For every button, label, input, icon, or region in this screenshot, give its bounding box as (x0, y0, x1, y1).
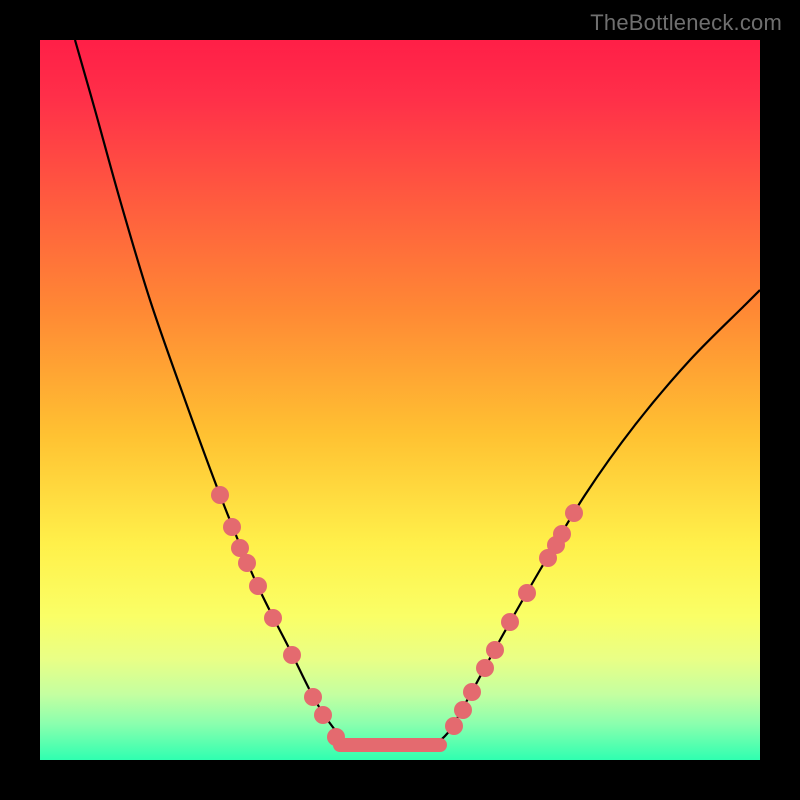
marker-dot (486, 641, 504, 659)
marker-dot (501, 613, 519, 631)
marker-dot (553, 525, 571, 543)
marker-dot (314, 706, 332, 724)
marker-dot (476, 659, 494, 677)
marker-dot (264, 609, 282, 627)
marker-dot (304, 688, 322, 706)
marker-dot (445, 717, 463, 735)
marker-dot (249, 577, 267, 595)
marker-dot (518, 584, 536, 602)
marker-dot (454, 701, 472, 719)
marker-dot (565, 504, 583, 522)
outer-frame: TheBottleneck.com (0, 0, 800, 800)
marker-dot (223, 518, 241, 536)
marker-dot (327, 728, 345, 746)
marker-dot (211, 486, 229, 504)
marker-dot (238, 554, 256, 572)
left-branch-curve (75, 40, 350, 745)
marker-dot (463, 683, 481, 701)
watermark-text: TheBottleneck.com (590, 10, 782, 36)
plot-area (40, 40, 760, 760)
dots-group (211, 486, 583, 746)
marker-dot (283, 646, 301, 664)
curve-layer (40, 40, 760, 760)
